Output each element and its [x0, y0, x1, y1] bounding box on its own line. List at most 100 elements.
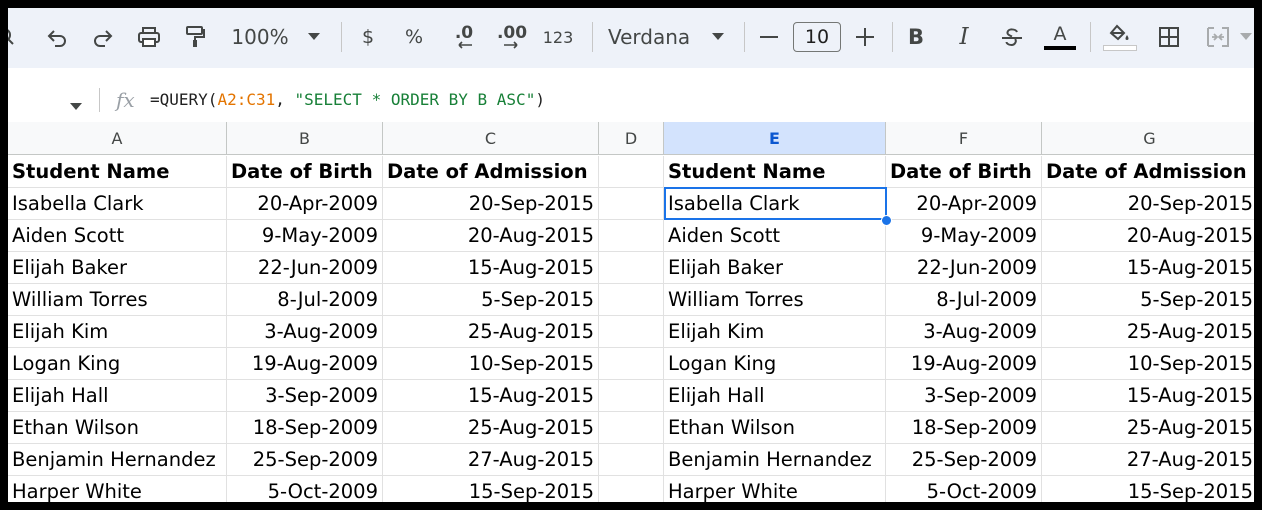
header-cell[interactable]: Student Name	[8, 156, 227, 188]
date-of-birth-cell[interactable]: 8-Jul-2009	[886, 284, 1042, 316]
more-formats-button[interactable]: 123	[540, 22, 576, 52]
column-header-b[interactable]: B	[227, 122, 383, 155]
student-name-cell[interactable]: Logan King	[8, 348, 227, 380]
date-of-admission-cell[interactable]: 25-Aug-2015	[383, 316, 599, 348]
column-header-a[interactable]: A	[8, 122, 227, 155]
header-cell[interactable]: Date of Birth	[886, 156, 1042, 188]
date-of-birth-cell[interactable]: 18-Sep-2009	[227, 412, 383, 444]
date-of-admission-cell[interactable]: 27-Aug-2015	[383, 444, 599, 476]
decrease-font-size-icon[interactable]	[758, 22, 780, 52]
student-name-cell[interactable]: Elijah Baker	[664, 252, 886, 284]
search-menus-icon[interactable]	[8, 22, 20, 52]
increase-font-size-icon[interactable]	[853, 22, 877, 52]
student-name-cell[interactable]: Logan King	[664, 348, 886, 380]
date-of-admission-cell[interactable]: 25-Aug-2015	[383, 412, 599, 444]
student-name-cell[interactable]: Benjamin Hernandez	[8, 444, 227, 476]
text-color-button[interactable]: A	[1042, 22, 1078, 52]
percent-format-button[interactable]: %	[402, 22, 426, 52]
date-of-birth-cell[interactable]: 22-Jun-2009	[227, 252, 383, 284]
student-name-cell[interactable]: Elijah Kim	[664, 316, 886, 348]
header-cell[interactable]: Date of Birth	[227, 156, 383, 188]
empty-cell[interactable]	[599, 220, 664, 252]
date-of-admission-cell[interactable]: 20-Sep-2015	[383, 188, 599, 220]
date-of-admission-cell[interactable]: 20-Aug-2015	[383, 220, 599, 252]
date-of-birth-cell[interactable]: 22-Jun-2009	[886, 252, 1042, 284]
empty-cell[interactable]	[599, 252, 664, 284]
empty-cell[interactable]	[599, 284, 664, 316]
merge-cells-icon[interactable]	[1204, 22, 1232, 52]
date-of-admission-cell[interactable]: 5-Sep-2015	[1042, 284, 1254, 316]
column-header-g[interactable]: G	[1042, 122, 1254, 155]
date-of-admission-cell[interactable]: 20-Aug-2015	[1042, 220, 1254, 252]
date-of-admission-cell[interactable]: 27-Aug-2015	[1042, 444, 1254, 476]
date-of-birth-cell[interactable]: 25-Sep-2009	[886, 444, 1042, 476]
date-of-birth-cell[interactable]: 5-Oct-2009	[227, 476, 383, 502]
date-of-birth-cell[interactable]: 3-Sep-2009	[886, 380, 1042, 412]
student-name-cell[interactable]: William Torres	[8, 284, 227, 316]
student-name-cell[interactable]: Harper White	[8, 476, 227, 502]
student-name-cell[interactable]: Isabella Clark	[664, 188, 886, 220]
increase-decimal-button[interactable]: .00	[492, 22, 532, 52]
date-of-admission-cell[interactable]: 5-Sep-2015	[383, 284, 599, 316]
date-of-birth-cell[interactable]: 3-Aug-2009	[886, 316, 1042, 348]
font-family-select[interactable]: Verdana	[608, 22, 698, 52]
student-name-cell[interactable]: Harper White	[664, 476, 886, 502]
merge-chevron-down-icon[interactable]	[1238, 22, 1254, 52]
date-of-admission-cell[interactable]: 15-Sep-2015	[383, 476, 599, 502]
student-name-cell[interactable]: Ethan Wilson	[8, 412, 227, 444]
student-name-cell[interactable]: Ethan Wilson	[664, 412, 886, 444]
column-header-c[interactable]: C	[383, 122, 599, 155]
undo-icon[interactable]	[42, 22, 72, 52]
date-of-admission-cell[interactable]: 10-Sep-2015	[383, 348, 599, 380]
empty-cell[interactable]	[599, 348, 664, 380]
paint-format-icon[interactable]	[180, 22, 210, 52]
fill-color-icon[interactable]	[1102, 22, 1138, 52]
date-of-birth-cell[interactable]: 20-Apr-2009	[886, 188, 1042, 220]
decrease-decimal-button[interactable]: .0	[446, 22, 482, 52]
formula-input[interactable]: =QUERY(A2:C31, "SELECT * ORDER BY B ASC"…	[150, 90, 545, 109]
date-of-admission-cell[interactable]: 25-Aug-2015	[1042, 412, 1254, 444]
date-of-admission-cell[interactable]: 10-Sep-2015	[1042, 348, 1254, 380]
print-icon[interactable]	[134, 22, 164, 52]
fill-handle[interactable]	[881, 215, 892, 226]
student-name-cell[interactable]: Elijah Baker	[8, 252, 227, 284]
name-box-chevron-down-icon[interactable]	[70, 96, 82, 115]
student-name-cell[interactable]: Benjamin Hernandez	[664, 444, 886, 476]
empty-cell[interactable]	[599, 316, 664, 348]
font-size-input[interactable]: 10	[793, 22, 841, 52]
column-header-e[interactable]: E	[664, 122, 886, 155]
student-name-cell[interactable]: Aiden Scott	[8, 220, 227, 252]
font-chevron-down-icon[interactable]	[708, 22, 728, 52]
column-header-d[interactable]: D	[599, 122, 664, 155]
student-name-cell[interactable]: Aiden Scott	[664, 220, 886, 252]
borders-icon[interactable]	[1154, 22, 1184, 52]
empty-cell[interactable]	[599, 188, 664, 220]
empty-cell[interactable]	[599, 444, 664, 476]
currency-format-button[interactable]: $	[356, 22, 380, 52]
date-of-birth-cell[interactable]: 8-Jul-2009	[227, 284, 383, 316]
empty-cell[interactable]	[599, 476, 664, 502]
date-of-birth-cell[interactable]: 20-Apr-2009	[227, 188, 383, 220]
date-of-admission-cell[interactable]: 15-Aug-2015	[1042, 380, 1254, 412]
date-of-birth-cell[interactable]: 9-May-2009	[227, 220, 383, 252]
date-of-birth-cell[interactable]: 25-Sep-2009	[227, 444, 383, 476]
redo-icon[interactable]	[88, 22, 118, 52]
italic-button[interactable]: I	[952, 22, 976, 52]
date-of-birth-cell[interactable]: 3-Aug-2009	[227, 316, 383, 348]
column-header-f[interactable]: F	[886, 122, 1042, 155]
empty-cell[interactable]	[599, 412, 664, 444]
date-of-birth-cell[interactable]: 19-Aug-2009	[227, 348, 383, 380]
date-of-admission-cell[interactable]: 15-Aug-2015	[383, 380, 599, 412]
zoom-select[interactable]: 100%	[230, 22, 290, 52]
empty-cell[interactable]	[599, 156, 664, 188]
zoom-chevron-down-icon[interactable]	[304, 22, 324, 52]
bold-button[interactable]: B	[904, 22, 928, 52]
date-of-birth-cell[interactable]: 5-Oct-2009	[886, 476, 1042, 502]
student-name-cell[interactable]: Elijah Kim	[8, 316, 227, 348]
student-name-cell[interactable]: Isabella Clark	[8, 188, 227, 220]
date-of-admission-cell[interactable]: 15-Aug-2015	[383, 252, 599, 284]
date-of-admission-cell[interactable]: 20-Sep-2015	[1042, 188, 1254, 220]
empty-cell[interactable]	[599, 380, 664, 412]
date-of-birth-cell[interactable]: 3-Sep-2009	[227, 380, 383, 412]
date-of-birth-cell[interactable]: 19-Aug-2009	[886, 348, 1042, 380]
